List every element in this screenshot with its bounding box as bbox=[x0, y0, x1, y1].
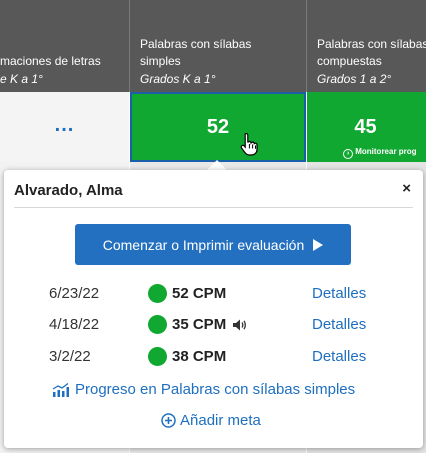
progress-link-label: Progreso en Palabras con sílabas simples bbox=[75, 381, 356, 398]
start-or-print-assessment-button[interactable]: Comenzar o Imprimir evaluación bbox=[75, 224, 351, 265]
student-results-popup: Alvarado, Alma × Comenzar o Imprimir eva… bbox=[4, 170, 423, 448]
score-value: 45 bbox=[354, 116, 377, 138]
status-dot-icon bbox=[148, 347, 167, 366]
monitor-progress-link[interactable]: › Monitorear prog bbox=[343, 147, 417, 159]
add-goal-label: Añadir meta bbox=[180, 412, 261, 429]
status-dot-icon bbox=[148, 315, 167, 334]
chart-icon bbox=[52, 382, 69, 397]
column-title-line1: Palabras con sílabas bbox=[317, 37, 426, 51]
column-title-line2: compuestas bbox=[317, 54, 382, 68]
result-cpm: 52 CPM bbox=[172, 285, 227, 302]
score-cell[interactable]: 45 › Monitorear prog bbox=[307, 92, 426, 162]
arrow-circle-icon: › bbox=[343, 149, 353, 159]
column-grades: e K a 1° bbox=[0, 72, 43, 86]
result-row: 4/18/22 35 CPM Detalles bbox=[4, 314, 423, 336]
column-header-compound-syllables[interactable]: Palabras con sílabas compuestas Grados 1… bbox=[307, 0, 426, 92]
score-cell-empty[interactable]: ... bbox=[0, 92, 129, 162]
monitor-progress-label: Monitorear prog bbox=[355, 147, 417, 156]
result-row: 6/23/22 52 CPM Detalles bbox=[4, 283, 423, 305]
status-dot-icon bbox=[148, 284, 167, 303]
plus-circle-icon bbox=[161, 413, 176, 428]
column-header-simple-syllables[interactable]: Palabras con sílabas simples Grados K a … bbox=[130, 0, 306, 92]
more-options-icon[interactable]: ... bbox=[0, 114, 129, 137]
column-grades: Grados K a 1° bbox=[140, 72, 216, 86]
column-grades: Grados 1 a 2° bbox=[317, 72, 392, 86]
student-name: Alvarado, Alma bbox=[14, 182, 123, 199]
column-title-line1: Palabras con sílabas bbox=[140, 37, 252, 51]
score-value: 52 bbox=[206, 116, 230, 138]
score-cell-selected[interactable]: 52 bbox=[130, 92, 306, 162]
result-row: 3/2/22 38 CPM Detalles bbox=[4, 346, 423, 368]
result-cpm: 38 CPM bbox=[172, 348, 227, 365]
result-date: 4/18/22 bbox=[49, 316, 100, 333]
start-button-label: Comenzar o Imprimir evaluación bbox=[102, 236, 305, 253]
details-link[interactable]: Detalles bbox=[312, 316, 366, 333]
column-title-line2: simples bbox=[140, 54, 181, 68]
result-cpm: 35 CPM bbox=[172, 316, 227, 333]
add-goal-link[interactable]: Añadir meta bbox=[161, 412, 261, 429]
column-title: maciones de letras bbox=[0, 54, 101, 68]
details-link[interactable]: Detalles bbox=[312, 348, 366, 365]
result-date: 6/23/22 bbox=[49, 285, 100, 302]
play-icon bbox=[313, 238, 324, 251]
divider bbox=[14, 207, 413, 208]
details-link[interactable]: Detalles bbox=[312, 285, 366, 302]
result-date: 3/2/22 bbox=[49, 348, 91, 365]
hand-pointer-icon bbox=[240, 132, 258, 156]
audio-speaker-icon[interactable] bbox=[233, 319, 247, 331]
progress-link[interactable]: Progreso en Palabras con sílabas simples bbox=[52, 381, 355, 398]
close-icon[interactable]: × bbox=[402, 180, 411, 197]
column-header-letter-combinations[interactable]: maciones de letras e K a 1° bbox=[0, 0, 129, 92]
